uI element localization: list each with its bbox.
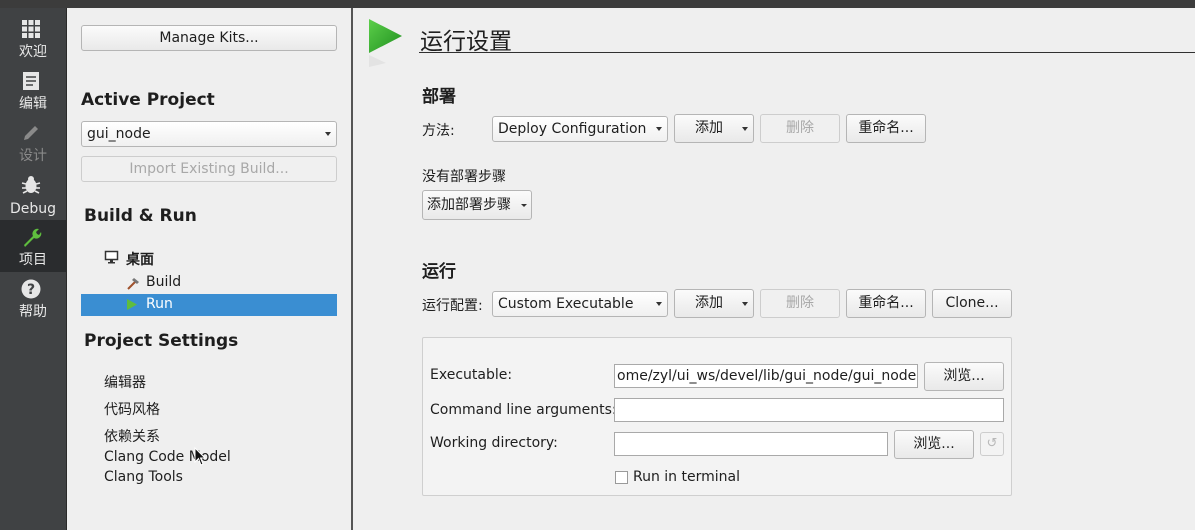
deploy-configuration-value: Deploy Configuration [498, 121, 647, 137]
settings-item-editor[interactable]: 编辑器 [104, 372, 146, 392]
bug-icon [21, 176, 41, 194]
project-settings-heading: Project Settings [84, 331, 239, 351]
chevron-down-icon [656, 302, 662, 306]
document-icon [23, 72, 39, 90]
command-line-arguments-field[interactable] [614, 398, 1004, 422]
mode-bar: 欢迎 编辑 设计 Debug 项目 ? 帮助 [0, 8, 67, 530]
add-deploy-step-label: 添加部署步骤 [427, 197, 511, 213]
deploy-heading: 部署 [422, 87, 456, 107]
run-settings-play-icon [369, 19, 402, 67]
run-heading: 运行 [422, 262, 456, 282]
settings-item-clang-tools[interactable]: Clang Tools [104, 469, 183, 485]
run-item-label: Run [146, 296, 173, 312]
run-icon [127, 299, 137, 310]
mode-help[interactable]: ? 帮助 [0, 272, 66, 324]
executable-field[interactable]: ome/zyl/ui_ws/devel/lib/gui_node/gui_nod… [614, 364, 918, 388]
help-icon: ? [21, 279, 41, 299]
desktop-icon [104, 250, 119, 264]
mode-welcome[interactable]: 欢迎 [0, 12, 66, 64]
mode-label: 设计 [19, 148, 47, 164]
chevron-down-icon [325, 132, 331, 136]
chevron-down-icon [742, 127, 748, 131]
working-directory-label: Working directory: [430, 435, 558, 451]
deploy-configuration-select[interactable]: Deploy Configuration [492, 116, 668, 142]
active-project-heading: Active Project [81, 90, 215, 110]
run-in-terminal-checkbox[interactable] [615, 471, 628, 484]
chevron-down-icon [656, 127, 662, 131]
mode-design[interactable]: 设计 [0, 116, 66, 168]
run-add-label: 添加 [695, 295, 723, 311]
run-remove-button[interactable]: 删除 [760, 289, 840, 318]
mode-debug[interactable]: Debug [0, 168, 66, 220]
manage-kits-button[interactable]: Manage Kits... [81, 25, 337, 51]
wrench-icon [24, 228, 42, 247]
mode-label: 项目 [19, 252, 47, 268]
working-directory-field[interactable] [614, 432, 888, 456]
deploy-method-label: 方法: [422, 123, 455, 139]
chevron-down-icon [742, 302, 748, 306]
reset-icon: ↺ [986, 436, 998, 451]
pencil-icon [24, 126, 38, 140]
project-select-value: gui_node [87, 126, 151, 142]
mode-label: 编辑 [19, 96, 47, 112]
command-line-arguments-label: Command line arguments: [430, 402, 617, 418]
settings-item-dependencies[interactable]: 依赖关系 [104, 426, 160, 446]
settings-item-clang-code-model[interactable]: Clang Code Model [104, 449, 231, 465]
run-configuration-label: 运行配置: [422, 298, 483, 314]
chevron-down-icon [521, 204, 527, 207]
settings-item-code-style[interactable]: 代码风格 [104, 399, 160, 419]
svg-text:?: ? [27, 282, 35, 298]
run-add-button[interactable]: 添加 [674, 289, 754, 318]
kit-desktop-item[interactable]: 桌面 [126, 249, 154, 269]
title-underline [419, 52, 1195, 53]
run-configuration-select[interactable]: Custom Executable [492, 291, 668, 317]
working-directory-browse-button[interactable]: 浏览... [894, 430, 974, 459]
deploy-add-label: 添加 [695, 120, 723, 136]
run-configuration-value: Custom Executable [498, 296, 634, 312]
page-title: 运行设置 [420, 29, 512, 55]
run-item-selected[interactable] [81, 294, 337, 316]
deploy-add-button[interactable]: 添加 [674, 114, 754, 143]
build-item[interactable]: Build [146, 274, 181, 290]
reset-working-directory-button[interactable]: ↺ [980, 432, 1004, 456]
project-select[interactable]: gui_node [81, 121, 337, 147]
mouse-cursor-icon [194, 447, 206, 466]
run-rename-button[interactable]: 重命名... [846, 289, 926, 318]
hammer-icon [127, 278, 139, 290]
executable-browse-button[interactable]: 浏览... [924, 362, 1004, 391]
import-existing-build-button[interactable]: Import Existing Build... [81, 156, 337, 182]
mode-projects[interactable]: 项目 [0, 220, 66, 272]
run-clone-button[interactable]: Clone... [932, 289, 1012, 318]
mode-label: 帮助 [19, 304, 47, 320]
build-run-heading: Build & Run [84, 206, 197, 226]
grid-icon [22, 20, 40, 38]
add-deploy-step-button[interactable]: 添加部署步骤 [422, 190, 532, 220]
window-top-bar [0, 0, 1195, 8]
mode-label: 欢迎 [19, 44, 47, 60]
deploy-remove-button[interactable]: 删除 [760, 114, 840, 143]
run-in-terminal-label: Run in terminal [633, 469, 740, 485]
mode-edit[interactable]: 编辑 [0, 64, 66, 116]
mode-label: Debug [9, 201, 57, 217]
deploy-rename-button[interactable]: 重命名... [846, 114, 926, 143]
no-deploy-steps-label: 没有部署步骤 [422, 169, 506, 185]
executable-label: Executable: [430, 367, 513, 383]
